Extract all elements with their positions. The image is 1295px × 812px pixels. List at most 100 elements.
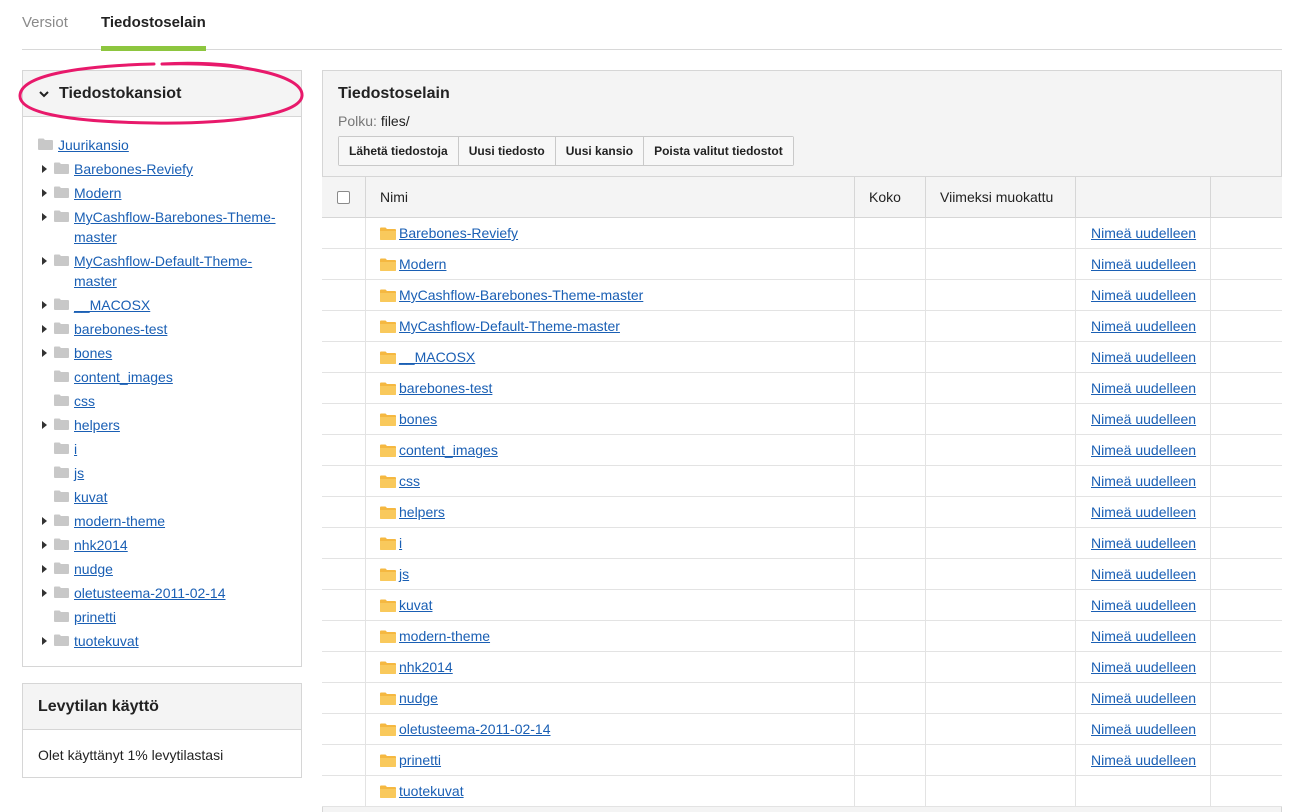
tree-item-link[interactable]: i — [74, 439, 284, 459]
tree-item-link[interactable]: __MACOSX — [74, 295, 284, 315]
row-modified-cell — [926, 466, 1076, 496]
caret-right-icon[interactable] — [42, 517, 47, 525]
rename-link[interactable]: Nimeä uudelleen — [1091, 410, 1196, 428]
tree-item-link[interactable]: oletusteema-2011-02-14 — [74, 583, 284, 603]
disk-usage-title: Levytilan käyttö — [23, 684, 301, 730]
folder-icon — [380, 537, 396, 550]
caret-right-icon[interactable] — [42, 165, 47, 173]
rename-link[interactable]: Nimeä uudelleen — [1091, 720, 1196, 738]
table-row: css Nimeä uudelleen — [322, 466, 1282, 497]
tab-tiedostoselain[interactable]: Tiedostoselain — [101, 14, 206, 51]
caret-right-icon[interactable] — [42, 189, 47, 197]
tree-item-link[interactable]: barebones-test — [74, 319, 284, 339]
tree-item-link[interactable]: css — [74, 391, 284, 411]
row-name-link[interactable]: modern-theme — [399, 627, 490, 645]
tree-item-link[interactable]: tuotekuvat — [74, 631, 284, 651]
row-actions-cell: Nimeä uudelleen — [1076, 745, 1211, 775]
row-name-link[interactable]: MyCashflow-Barebones-Theme-master — [399, 286, 643, 304]
caret-right-icon[interactable] — [42, 325, 47, 333]
rename-link[interactable]: Nimeä uudelleen — [1091, 255, 1196, 273]
folder-icon — [380, 785, 396, 798]
row-name-link[interactable]: bones — [399, 410, 437, 428]
rename-link[interactable]: Nimeä uudelleen — [1091, 348, 1196, 366]
upload-files-button[interactable]: Lähetä tiedostoja — [339, 137, 459, 165]
rename-link[interactable]: Nimeä uudelleen — [1091, 224, 1196, 242]
row-name-link[interactable]: content_images — [399, 441, 498, 459]
delete-selected-button[interactable]: Poista valitut tiedostot — [644, 137, 793, 165]
rename-link[interactable]: Nimeä uudelleen — [1091, 317, 1196, 335]
tree-item: bones — [23, 342, 301, 366]
new-folder-button[interactable]: Uusi kansio — [555, 137, 645, 165]
row-size-cell — [855, 745, 926, 775]
chevron-down-icon[interactable] — [37, 87, 51, 101]
folder-icon — [54, 490, 69, 502]
tree-item-link[interactable]: bones — [74, 343, 284, 363]
rename-link[interactable]: Nimeä uudelleen — [1091, 751, 1196, 769]
rename-link[interactable]: Nimeä uudelleen — [1091, 658, 1196, 676]
table-row: nudge Nimeä uudelleen — [322, 683, 1282, 714]
row-name-link[interactable]: barebones-test — [399, 379, 492, 397]
tree-item-link[interactable]: nhk2014 — [74, 535, 284, 555]
caret-right-icon[interactable] — [42, 301, 47, 309]
row-name-link[interactable]: css — [399, 472, 420, 490]
rename-link[interactable]: Nimeä uudelleen — [1091, 441, 1196, 459]
caret-right-icon[interactable] — [42, 637, 47, 645]
rename-link[interactable]: Nimeä uudelleen — [1091, 596, 1196, 614]
row-name-link[interactable]: kuvat — [399, 596, 432, 614]
rename-link[interactable]: Nimeä uudelleen — [1091, 503, 1196, 521]
tree-item-link[interactable]: helpers — [74, 415, 284, 435]
rename-link[interactable]: Nimeä uudelleen — [1091, 534, 1196, 552]
row-size-cell — [855, 373, 926, 403]
caret-right-icon[interactable] — [42, 565, 47, 573]
folder-icon — [54, 538, 69, 550]
tree-item-link[interactable]: prinetti — [74, 607, 284, 627]
table-row: helpers Nimeä uudelleen — [322, 497, 1282, 528]
caret-right-icon[interactable] — [42, 213, 47, 221]
new-file-button[interactable]: Uusi tiedosto — [458, 137, 556, 165]
caret-right-icon[interactable] — [42, 589, 47, 597]
row-name-link[interactable]: oletusteema-2011-02-14 — [399, 720, 551, 738]
rename-link[interactable]: Nimeä uudelleen — [1091, 379, 1196, 397]
row-name-link[interactable]: __MACOSX — [399, 348, 475, 366]
tree-item-link[interactable]: kuvat — [74, 487, 284, 507]
rename-link[interactable]: Nimeä uudelleen — [1091, 286, 1196, 304]
tree-item-link[interactable]: nudge — [74, 559, 284, 579]
tab-versiot[interactable]: Versiot — [22, 14, 68, 49]
row-name-link[interactable]: i — [399, 534, 402, 552]
row-name-link[interactable]: Barebones-Reviefy — [399, 224, 518, 242]
tree-item-link[interactable]: content_images — [74, 367, 284, 387]
rename-link[interactable]: Nimeä uudelleen — [1091, 472, 1196, 490]
rename-link[interactable]: Nimeä uudelleen — [1091, 627, 1196, 645]
folders-panel-header[interactable]: Tiedostokansiot — [23, 71, 301, 117]
select-all-checkbox[interactable] — [337, 191, 350, 204]
row-name-link[interactable]: Modern — [399, 255, 446, 273]
tree-item-link[interactable]: Modern — [74, 183, 284, 203]
tree-item-link[interactable]: MyCashflow-Default-Theme-master — [74, 251, 284, 291]
tree-item-link[interactable]: MyCashflow-Barebones-Theme-master — [74, 207, 284, 247]
rename-link[interactable]: Nimeä uudelleen — [1091, 565, 1196, 583]
row-name-link[interactable]: prinetti — [399, 751, 441, 769]
row-name-link[interactable]: js — [399, 565, 409, 583]
row-name-link[interactable]: MyCashflow-Default-Theme-master — [399, 317, 620, 335]
row-name-link[interactable]: helpers — [399, 503, 445, 521]
folder-icon — [38, 138, 53, 150]
row-name-link[interactable]: tuotekuvat — [399, 782, 464, 800]
tree-item-link[interactable]: js — [74, 463, 284, 483]
tree-item-link[interactable]: Barebones-Reviefy — [74, 159, 284, 179]
folder-icon — [380, 351, 396, 364]
folder-icon — [380, 413, 396, 426]
tree-link-juurikansio[interactable]: Juurikansio — [58, 135, 268, 155]
caret-right-icon[interactable] — [42, 349, 47, 357]
caret-right-icon[interactable] — [42, 257, 47, 265]
folder-icon — [54, 346, 69, 358]
row-size-cell — [855, 404, 926, 434]
caret-right-icon[interactable] — [42, 541, 47, 549]
caret-right-icon[interactable] — [42, 421, 47, 429]
row-check-cell — [322, 652, 366, 682]
row-name-link[interactable]: nudge — [399, 689, 438, 707]
path-label: Polku: — [338, 113, 377, 129]
tree-item: MyCashflow-Default-Theme-master — [23, 250, 301, 294]
tree-item-link[interactable]: modern-theme — [74, 511, 284, 531]
rename-link[interactable]: Nimeä uudelleen — [1091, 689, 1196, 707]
row-name-link[interactable]: nhk2014 — [399, 658, 453, 676]
